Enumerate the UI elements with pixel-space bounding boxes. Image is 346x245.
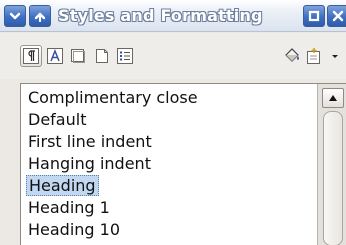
close-button[interactable] (327, 5, 346, 27)
new-style-button[interactable] (303, 45, 325, 67)
window-title: Styles and Formatting (58, 6, 263, 25)
menu-button[interactable] (4, 5, 26, 27)
paragraph-styles-button[interactable] (20, 45, 42, 67)
list-item[interactable]: Heading 10 (21, 219, 315, 241)
chevron-down-icon (9, 12, 21, 20)
styles-list-panel: Complimentary close Default First line i… (20, 83, 346, 245)
dropdown-arrow-icon (332, 55, 338, 58)
frame-styles-icon (71, 49, 85, 63)
new-style-icon (307, 48, 320, 64)
list-item[interactable]: Complimentary close (21, 87, 315, 109)
fill-format-button[interactable] (281, 45, 303, 67)
list-item[interactable]: Default (21, 109, 315, 131)
triangle-up-icon (329, 95, 337, 101)
character-styles-icon (47, 48, 63, 64)
styles-and-formatting-window: Styles and Formatting Complimentary clos… (0, 0, 346, 245)
list-styles-icon (117, 48, 133, 64)
square-icon (308, 10, 320, 22)
vertical-scrollbar[interactable] (317, 84, 346, 245)
styles-list[interactable]: Complimentary close Default First line i… (21, 87, 315, 241)
character-styles-button[interactable] (44, 45, 66, 67)
chevron-up-icon (34, 12, 46, 23)
list-item-selected[interactable]: Heading (21, 175, 315, 197)
title-bar[interactable]: Styles and Formatting (0, 0, 346, 32)
paragraph-styles-icon (23, 48, 39, 64)
style-family-toolbar (0, 33, 346, 79)
list-item[interactable]: Heading 1 (21, 197, 315, 219)
roll-up-button[interactable] (29, 5, 51, 27)
paint-bucket-icon (285, 48, 299, 62)
scroll-up-button[interactable] (322, 88, 344, 108)
style-options-dropdown[interactable] (327, 45, 343, 67)
maximize-button[interactable] (303, 5, 325, 27)
page-styles-icon (96, 49, 108, 63)
selection-highlight: Heading (26, 175, 99, 196)
close-icon (332, 10, 344, 22)
list-item[interactable]: First line indent (21, 131, 315, 153)
list-item[interactable]: Hanging indent (21, 153, 315, 175)
frame-styles-button[interactable] (67, 45, 89, 67)
list-styles-button[interactable] (114, 45, 136, 67)
page-styles-button[interactable] (91, 45, 113, 67)
scrollbar-thumb[interactable] (323, 111, 343, 245)
